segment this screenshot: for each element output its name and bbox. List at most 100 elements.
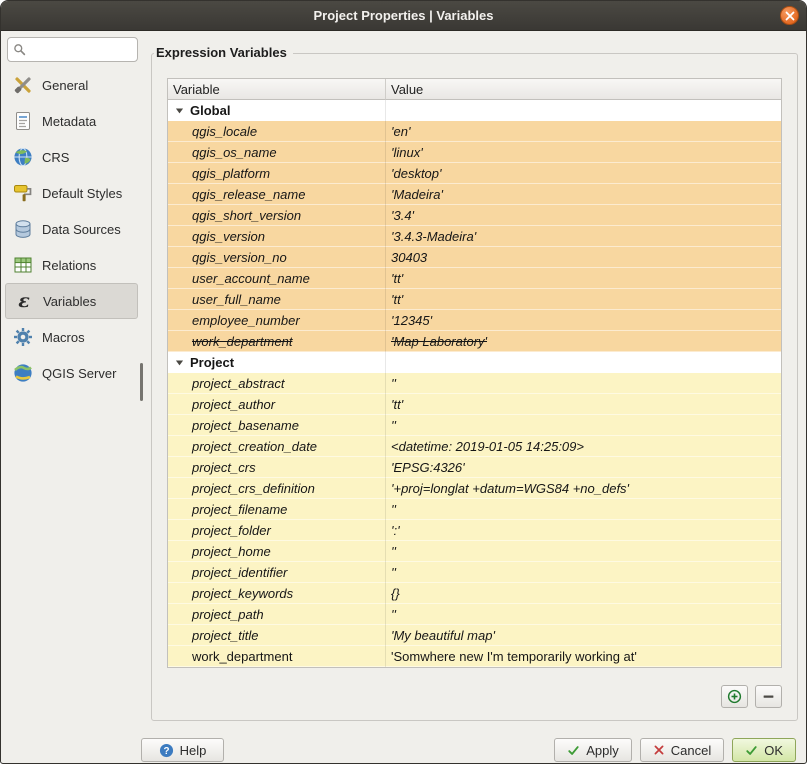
variable-row-work_department[interactable]: work_department'Somwhere new I'm tempora… bbox=[168, 646, 781, 667]
server-globe-icon bbox=[11, 361, 35, 385]
close-button[interactable] bbox=[780, 6, 799, 25]
sidebar-scrollbar-thumb[interactable] bbox=[140, 363, 143, 401]
variable-name: qgis_os_name bbox=[192, 145, 277, 160]
variable-name: project_crs_definition bbox=[192, 481, 315, 496]
section-heading: Expression Variables bbox=[154, 45, 293, 60]
variable-name: work_department bbox=[192, 334, 292, 349]
variable-name: project_title bbox=[192, 628, 258, 643]
search-input[interactable] bbox=[30, 43, 132, 57]
variable-row-project_path[interactable]: project_path'' bbox=[168, 604, 781, 625]
variable-row-project_home[interactable]: project_home '' bbox=[168, 541, 781, 562]
svg-text:?: ? bbox=[163, 745, 169, 756]
apply-button-label: Apply bbox=[586, 743, 619, 758]
add-icon bbox=[727, 689, 742, 704]
apply-check-icon bbox=[567, 744, 580, 757]
variable-name: qgis_short_version bbox=[192, 208, 301, 223]
help-button[interactable]: ? Help bbox=[141, 738, 224, 762]
sidebar-item-data-sources[interactable]: Data Sources bbox=[5, 211, 138, 247]
ok-check-icon bbox=[745, 744, 758, 757]
variable-row-project_creation_date[interactable]: project_creation_date<datetime: 2019-01-… bbox=[168, 436, 781, 457]
sidebar-item-qgis-server[interactable]: QGIS Server bbox=[5, 355, 138, 391]
variable-name: project_home bbox=[192, 544, 271, 559]
group-name: Project bbox=[190, 355, 234, 370]
variable-row-project_author[interactable]: project_author'tt' bbox=[168, 394, 781, 415]
variable-value: ':' bbox=[391, 523, 400, 538]
variable-row-project_crs[interactable]: project_crs'EPSG:4326' bbox=[168, 457, 781, 478]
variable-name: project_basename bbox=[192, 418, 299, 433]
sidebar-item-label: Macros bbox=[42, 330, 85, 345]
group-name: Global bbox=[190, 103, 230, 118]
variable-row-project_abstract[interactable]: project_abstract '' bbox=[168, 373, 781, 394]
variable-value: '' bbox=[391, 376, 396, 391]
sidebar-item-label: QGIS Server bbox=[42, 366, 116, 381]
sidebar-item-label: Metadata bbox=[42, 114, 96, 129]
variable-row-qgis_locale[interactable]: qgis_locale'en' bbox=[168, 121, 781, 142]
sidebar-item-general[interactable]: General bbox=[5, 67, 138, 103]
variable-row-qgis_release_name[interactable]: qgis_release_name'Madeira' bbox=[168, 184, 781, 205]
gear-icon bbox=[11, 325, 35, 349]
expression-variables-groupbox: Expression Variables Variable Value Glob… bbox=[151, 53, 798, 721]
variable-row-qgis_version_no[interactable]: qgis_version_no30403 bbox=[168, 247, 781, 268]
sidebar-item-macros[interactable]: Macros bbox=[5, 319, 138, 355]
sidebar-item-label: Default Styles bbox=[42, 186, 122, 201]
search-icon bbox=[13, 43, 26, 56]
tools-icon bbox=[11, 73, 35, 97]
expander-icon[interactable] bbox=[172, 358, 186, 367]
variable-row-qgis_platform[interactable]: qgis_platform'desktop' bbox=[168, 163, 781, 184]
svg-text:ε: ε bbox=[18, 290, 30, 312]
column-header-variable: Variable bbox=[168, 79, 386, 100]
close-icon bbox=[785, 11, 795, 21]
ok-button[interactable]: OK bbox=[732, 738, 796, 762]
variable-name: project_crs bbox=[192, 460, 256, 475]
variable-row-employee_number[interactable]: employee_number'12345' bbox=[168, 310, 781, 331]
group-row-global[interactable]: Global bbox=[168, 100, 781, 121]
document-icon bbox=[11, 109, 35, 133]
variable-name: project_filename bbox=[192, 502, 287, 517]
sidebar-item-label: Relations bbox=[42, 258, 96, 273]
variable-value: 'tt' bbox=[391, 292, 403, 307]
sidebar-item-default-styles[interactable]: Default Styles bbox=[5, 175, 138, 211]
variable-row-user_full_name[interactable]: user_full_name'tt' bbox=[168, 289, 781, 310]
variable-row-project_crs_definition[interactable]: project_crs_definition'+proj=longlat +da… bbox=[168, 478, 781, 499]
variable-value: '' bbox=[391, 544, 396, 559]
variable-value: 'en' bbox=[391, 124, 410, 139]
cancel-button[interactable]: Cancel bbox=[640, 738, 724, 762]
variable-row-qgis_version[interactable]: qgis_version'3.4.3-Madeira' bbox=[168, 226, 781, 247]
footer-buttons: Apply Cancel OK bbox=[554, 738, 796, 762]
group-row-project[interactable]: Project bbox=[168, 352, 781, 373]
variable-name: project_identifier bbox=[192, 565, 287, 580]
expander-icon[interactable] bbox=[172, 106, 186, 115]
variable-value: 'Map Laboratory' bbox=[391, 334, 487, 349]
variable-row-work_department[interactable]: work_department 'Map Laboratory' bbox=[168, 331, 781, 352]
variable-row-project_folder[interactable]: project_folder':' bbox=[168, 520, 781, 541]
variables-table: Variable Value Globalqgis_locale'en'qgis… bbox=[167, 78, 782, 668]
sidebar-item-label: Variables bbox=[43, 294, 96, 309]
sidebar-item-variables[interactable]: ε Variables bbox=[5, 283, 138, 319]
variable-row-project_filename[interactable]: project_filename'' bbox=[168, 499, 781, 520]
variable-row-qgis_short_version[interactable]: qgis_short_version'3.4' bbox=[168, 205, 781, 226]
variable-row-user_account_name[interactable]: user_account_name'tt' bbox=[168, 268, 781, 289]
database-icon bbox=[11, 217, 35, 241]
variable-name: qgis_version_no bbox=[192, 250, 287, 265]
variable-row-project_basename[interactable]: project_basename'' bbox=[168, 415, 781, 436]
variable-name: employee_number bbox=[192, 313, 300, 328]
variable-name: project_abstract bbox=[192, 376, 285, 391]
variable-name: project_author bbox=[192, 397, 275, 412]
variable-row-project_identifier[interactable]: project_identifier '' bbox=[168, 562, 781, 583]
sidebar-item-relations[interactable]: Relations bbox=[5, 247, 138, 283]
variable-row-qgis_os_name[interactable]: qgis_os_name'linux' bbox=[168, 142, 781, 163]
variable-name: user_account_name bbox=[192, 271, 310, 286]
project-properties-window: Project Properties | Variables GeneralMe… bbox=[0, 0, 807, 764]
remove-variable-button[interactable] bbox=[755, 685, 782, 708]
sidebar-item-metadata[interactable]: Metadata bbox=[5, 103, 138, 139]
table-icon bbox=[11, 253, 35, 277]
add-variable-button[interactable] bbox=[721, 685, 748, 708]
variable-row-project_keywords[interactable]: project_keywords{} bbox=[168, 583, 781, 604]
variable-value: '' bbox=[391, 565, 396, 580]
sidebar-item-crs[interactable]: CRS bbox=[5, 139, 138, 175]
variable-row-project_title[interactable]: project_title'My beautiful map' bbox=[168, 625, 781, 646]
apply-button[interactable]: Apply bbox=[554, 738, 632, 762]
column-header-value: Value bbox=[386, 79, 781, 100]
variable-value: '3.4.3-Madeira' bbox=[391, 229, 476, 244]
cancel-cross-icon bbox=[653, 744, 665, 756]
